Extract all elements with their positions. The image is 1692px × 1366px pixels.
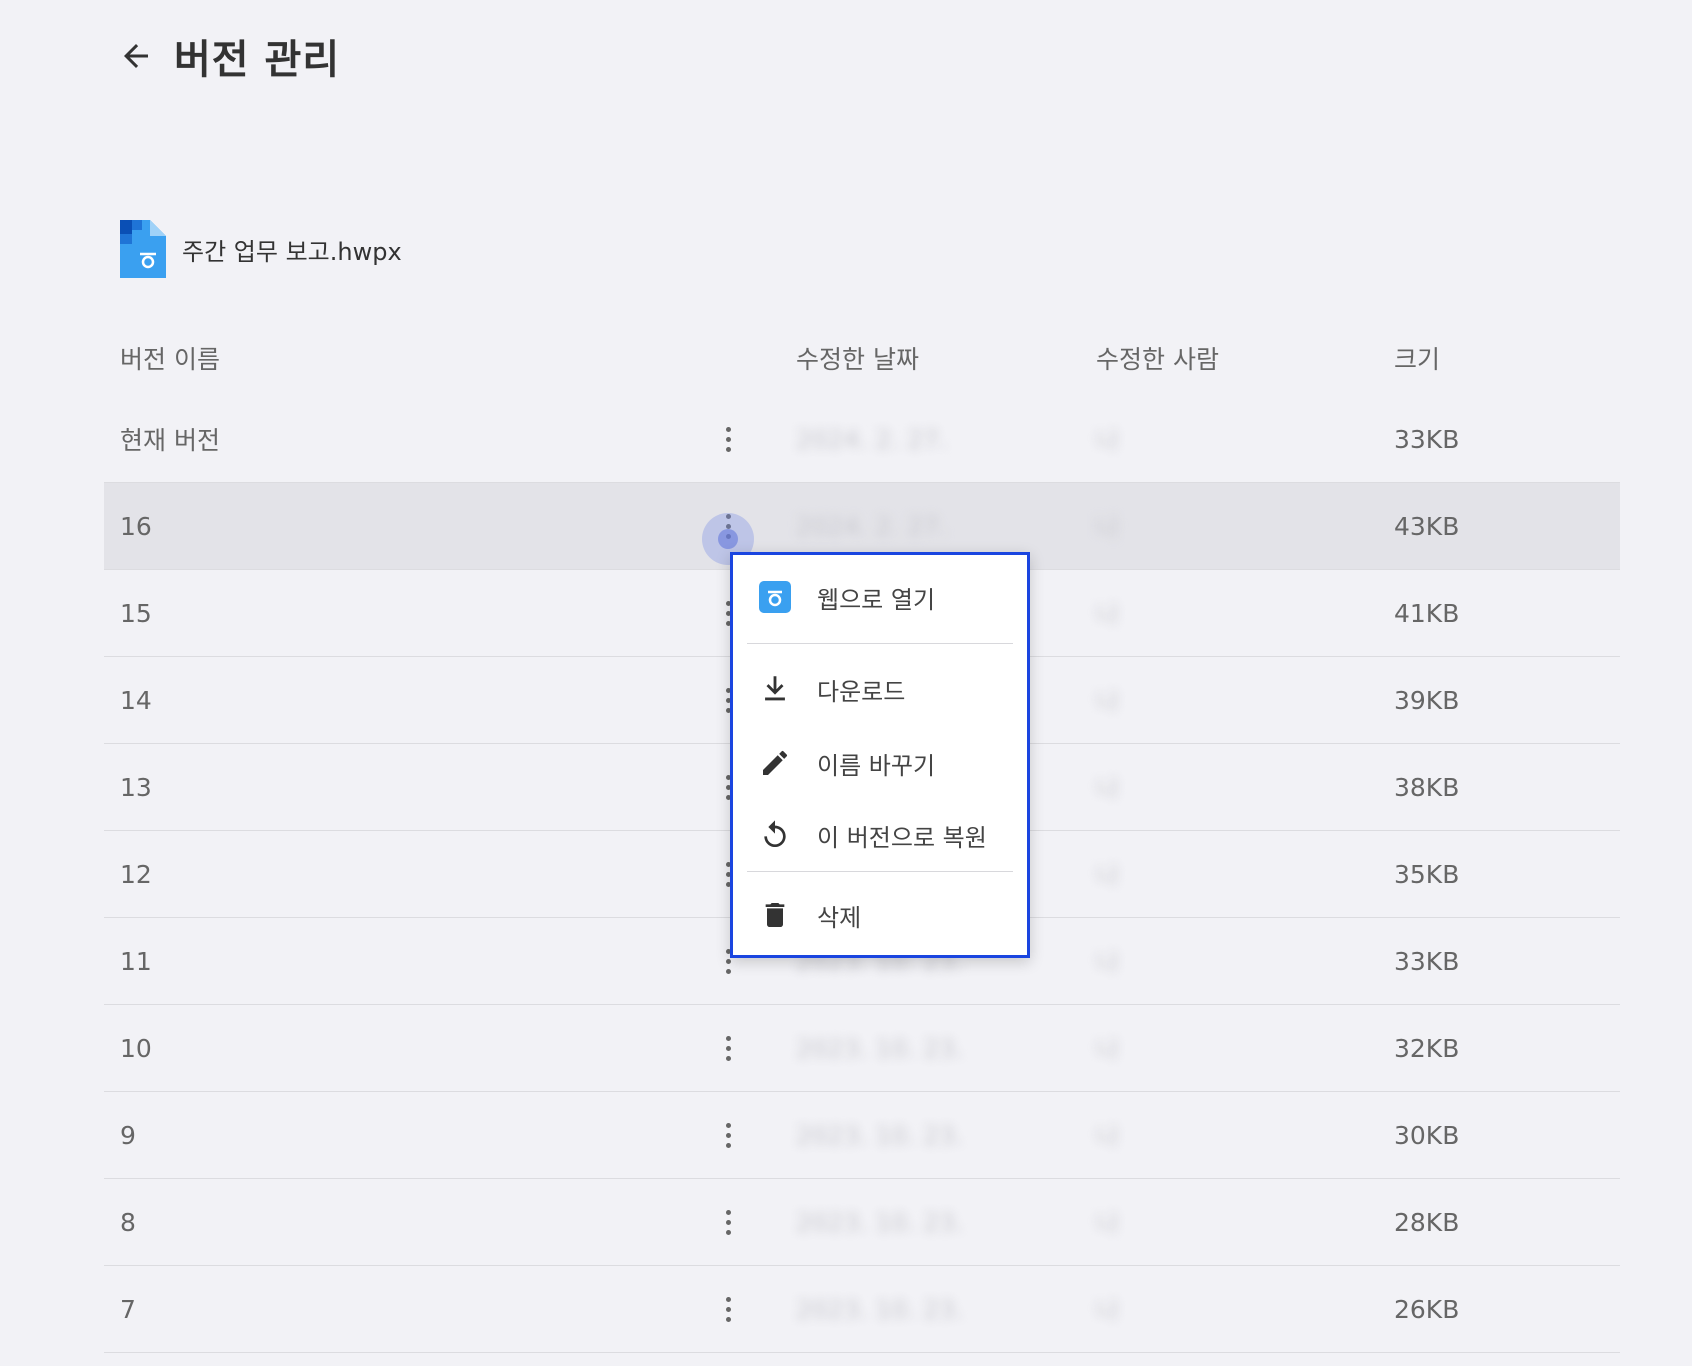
version-name: 15 [120, 598, 152, 628]
file-size: 38KB [1394, 772, 1460, 802]
file-size: 28KB [1394, 1207, 1460, 1237]
menu-label: 이름 바꾸기 [817, 751, 936, 780]
more-options-button[interactable] [708, 1179, 748, 1265]
menu-label: 웹으로 열기 [817, 585, 936, 614]
modified-by: 나 [1096, 600, 1120, 629]
header: 버전 관리 [118, 28, 340, 84]
file-size: 32KB [1394, 1033, 1460, 1063]
version-name: 8 [120, 1207, 136, 1237]
context-menu: 웹으로 열기 다운로드 이름 바꾸기 이 버전으로 복원 삭제 [730, 552, 1030, 958]
modified-by: 나 [1096, 513, 1120, 542]
file-size: 41KB [1394, 598, 1460, 628]
modified-by: 나 [1096, 1296, 1120, 1325]
version-name: 현재 버전 [120, 426, 220, 455]
file-size: 30KB [1394, 1120, 1460, 1150]
menu-divider [747, 643, 1013, 644]
more-vert-icon [725, 1296, 731, 1322]
file-size: 26KB [1394, 1294, 1460, 1324]
modified-by: 나 [1096, 1035, 1120, 1064]
back-button[interactable] [114, 34, 158, 78]
more-options-button[interactable] [708, 1005, 748, 1091]
menu-label: 이 버전으로 복원 [817, 823, 987, 852]
file-name: 주간 업무 보고.hwpx [182, 237, 402, 266]
version-name: 14 [120, 685, 152, 715]
menu-item-delete[interactable]: 삭제 [733, 885, 1027, 945]
version-name: 11 [120, 946, 152, 976]
more-options-button[interactable] [708, 1266, 748, 1352]
modified-date: 2023. 10. 23. [796, 1294, 963, 1324]
more-vert-icon [725, 1122, 731, 1148]
modified-date: 2023. 10. 23. [796, 1120, 963, 1150]
table-row[interactable]: 9 2023. 10. 23. 나 30KB [104, 1092, 1620, 1179]
menu-item-download[interactable]: 다운로드 [733, 659, 1027, 719]
menu-item-restore[interactable]: 이 버전으로 복원 [733, 805, 1027, 865]
modified-by: 나 [1096, 687, 1120, 716]
restore-icon [757, 817, 793, 853]
modified-by: 나 [1096, 426, 1120, 455]
version-name: 7 [120, 1294, 136, 1324]
version-name: 16 [120, 511, 152, 541]
modified-by: 나 [1096, 774, 1120, 803]
file-size: 39KB [1394, 685, 1460, 715]
menu-label: 다운로드 [817, 677, 906, 706]
modified-date: 2023. 10. 23. [796, 1207, 963, 1237]
column-header-size: 크기 [1394, 345, 1441, 374]
table-row[interactable]: 7 2023. 10. 23. 나 26KB [104, 1266, 1620, 1353]
more-options-button[interactable] [708, 396, 748, 482]
menu-item-open-web[interactable]: 웹으로 열기 [733, 567, 1027, 627]
column-header-date: 수정한 날짜 [796, 345, 919, 374]
table-row[interactable]: 현재 버전 2024. 2. 27. 나 33KB [104, 396, 1620, 483]
column-header-user: 수정한 사람 [1096, 345, 1219, 374]
table-header: 버전 이름 수정한 날짜 수정한 사람 크기 [104, 316, 1620, 396]
modified-by: 나 [1096, 948, 1120, 977]
download-icon [757, 671, 793, 707]
more-vert-icon [725, 1035, 731, 1061]
hwpx-file-icon [120, 220, 166, 278]
menu-label: 삭제 [817, 903, 862, 932]
file-info: 주간 업무 보고.hwpx [120, 220, 402, 278]
version-name: 9 [120, 1120, 136, 1150]
more-vert-icon [725, 426, 731, 452]
file-size: 35KB [1394, 859, 1460, 889]
more-options-button[interactable] [708, 1092, 748, 1178]
file-size: 33KB [1394, 946, 1460, 976]
menu-divider [747, 871, 1013, 872]
pencil-icon [757, 745, 793, 781]
page-title: 버전 관리 [174, 37, 341, 83]
modified-date: 2024. 2. 27. [796, 424, 948, 454]
arrow-left-icon [124, 44, 148, 68]
web-open-icon [757, 579, 793, 615]
menu-item-rename[interactable]: 이름 바꾸기 [733, 733, 1027, 793]
column-header-name: 버전 이름 [120, 345, 220, 374]
table-row[interactable]: 10 2023. 10. 23. 나 32KB [104, 1005, 1620, 1092]
modified-by: 나 [1096, 1209, 1120, 1238]
modified-by: 나 [1096, 1122, 1120, 1151]
trash-icon [757, 897, 793, 933]
version-name: 12 [120, 859, 152, 889]
version-name: 13 [120, 772, 152, 802]
file-size: 33KB [1394, 424, 1460, 454]
modified-by: 나 [1096, 861, 1120, 890]
file-size: 43KB [1394, 511, 1460, 541]
table-row[interactable]: 8 2023. 10. 23. 나 28KB [104, 1179, 1620, 1266]
version-name: 10 [120, 1033, 152, 1063]
modified-date: 2023. 10. 23. [796, 1033, 963, 1063]
more-vert-icon [725, 1209, 731, 1235]
